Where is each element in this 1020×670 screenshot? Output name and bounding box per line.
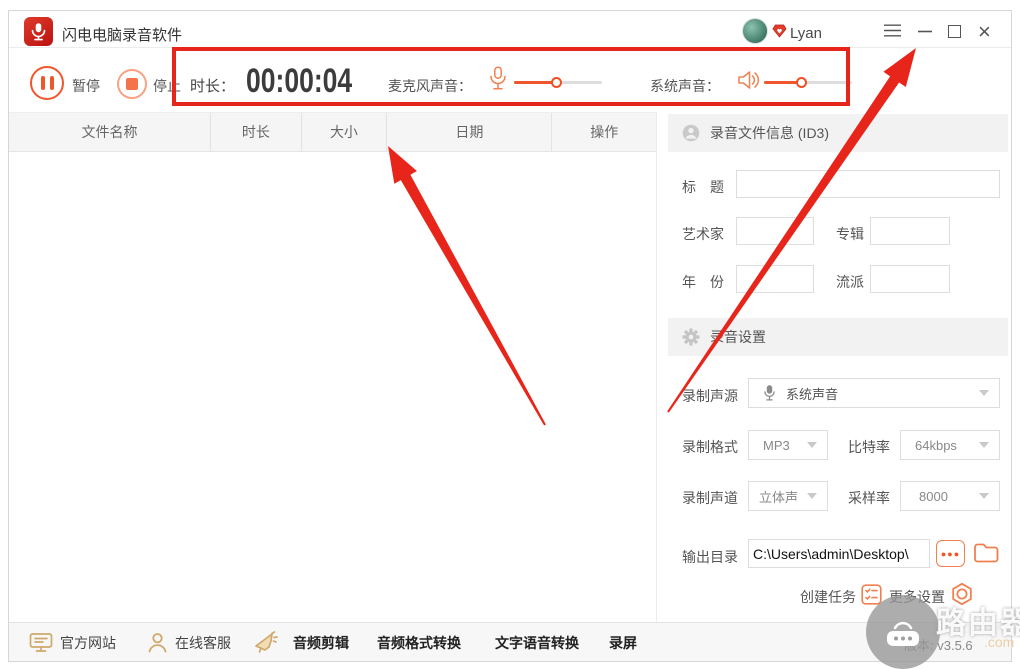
person-icon: [147, 632, 168, 653]
pause-label[interactable]: 暂停: [72, 76, 100, 96]
create-task-button[interactable]: 创建任务: [800, 587, 856, 607]
settings-header-label: 录音设置: [710, 327, 766, 347]
pause-button[interactable]: [30, 66, 64, 100]
monitor-icon: [29, 632, 53, 653]
chevron-down-icon: [979, 390, 989, 396]
artist-label: 艺术家: [682, 224, 724, 244]
horn-icon[interactable]: [253, 623, 278, 662]
vip-gem-icon: [772, 24, 787, 38]
official-site-link[interactable]: 官方网站: [29, 623, 116, 662]
task-list-icon[interactable]: [861, 584, 882, 605]
chevron-down-icon: [807, 493, 817, 499]
annotation-rectangle: [172, 47, 850, 106]
maximize-icon[interactable]: [948, 25, 961, 38]
format-dropdown[interactable]: MP3: [748, 430, 828, 460]
col-duration[interactable]: 时长: [210, 113, 301, 151]
source-value: 系统声音: [786, 384, 838, 403]
settings-section-header: 录音设置: [668, 318, 1008, 356]
samplerate-label: 采样率: [848, 488, 890, 508]
year-label: 年 份: [682, 272, 724, 292]
pause-icon: [41, 76, 45, 90]
col-size[interactable]: 大小: [301, 113, 387, 151]
album-label: 专辑: [836, 224, 864, 244]
gear-icon: [682, 328, 700, 346]
album-field[interactable]: [870, 217, 950, 245]
id3-section-header: 录音文件信息 (ID3): [668, 114, 1008, 152]
title-field[interactable]: [736, 170, 1000, 198]
col-actions[interactable]: 操作: [551, 113, 656, 151]
bitrate-value: 64kbps: [915, 438, 957, 453]
tts-link[interactable]: 文字语音转换: [495, 623, 579, 662]
minimize-icon[interactable]: [918, 30, 932, 33]
channel-dropdown[interactable]: 立体声: [748, 481, 828, 511]
stop-icon: [126, 78, 138, 90]
footer-bar: 官方网站 在线客服 音频剪辑 音频格式转换 文字语音转换 录屏 版本: v3.5…: [9, 622, 1011, 661]
year-field[interactable]: [736, 265, 814, 293]
person-circle-icon: [682, 124, 700, 142]
bitrate-label: 比特率: [848, 437, 890, 457]
title-label: 标 题: [682, 177, 724, 197]
format-convert-link[interactable]: 音频格式转换: [377, 623, 461, 662]
browse-button[interactable]: ●●●: [936, 540, 965, 567]
id3-header-label: 录音文件信息 (ID3): [710, 123, 829, 143]
watermark-suffix: .com: [984, 634, 1014, 650]
user-avatar[interactable]: [742, 18, 768, 44]
file-table-header: 文件名称 时长 大小 日期 操作: [9, 112, 656, 152]
format-value: MP3: [763, 438, 790, 453]
menu-icon[interactable]: [884, 24, 901, 37]
output-dir-label: 输出目录: [682, 547, 738, 567]
stop-button[interactable]: [117, 69, 147, 99]
close-icon[interactable]: ×: [978, 23, 991, 41]
samplerate-dropdown[interactable]: 8000: [900, 481, 1000, 511]
format-label: 录制格式: [682, 437, 738, 457]
artist-field[interactable]: [736, 217, 814, 245]
col-filename[interactable]: 文件名称: [9, 113, 210, 151]
channel-value: 立体声: [759, 487, 798, 506]
bitrate-dropdown[interactable]: 64kbps: [900, 430, 1000, 460]
panel-divider: [656, 112, 657, 622]
username[interactable]: Lyan: [790, 25, 822, 42]
online-service-link[interactable]: 在线客服: [147, 623, 231, 662]
screen-record-link[interactable]: 录屏: [609, 623, 637, 662]
audio-edit-link[interactable]: 音频剪辑: [293, 623, 349, 662]
chevron-down-icon: [807, 442, 817, 448]
app-logo-icon: [24, 17, 53, 46]
open-folder-icon[interactable]: [973, 541, 1000, 564]
chevron-down-icon: [979, 442, 989, 448]
source-label: 录制声源: [682, 386, 738, 406]
source-dropdown[interactable]: 系统声音: [748, 378, 1000, 408]
col-date[interactable]: 日期: [386, 113, 551, 151]
genre-label: 流派: [836, 272, 864, 292]
watermark-router-icon: [866, 595, 940, 669]
genre-field[interactable]: [870, 265, 950, 293]
channel-label: 录制声道: [682, 488, 738, 508]
file-list-area[interactable]: [9, 152, 656, 621]
app-window: 闪电电脑录音软件 Lyan × 暂停 停止 时长： 00:00:04 麦克风声音…: [0, 0, 1020, 670]
ellipsis-icon: ●●●: [941, 549, 960, 559]
chevron-down-icon: [979, 493, 989, 499]
output-dir-field[interactable]: [748, 539, 930, 568]
samplerate-value: 8000: [919, 489, 948, 504]
mic-small-icon: [763, 385, 776, 402]
app-title: 闪电电脑录音软件: [62, 24, 182, 45]
